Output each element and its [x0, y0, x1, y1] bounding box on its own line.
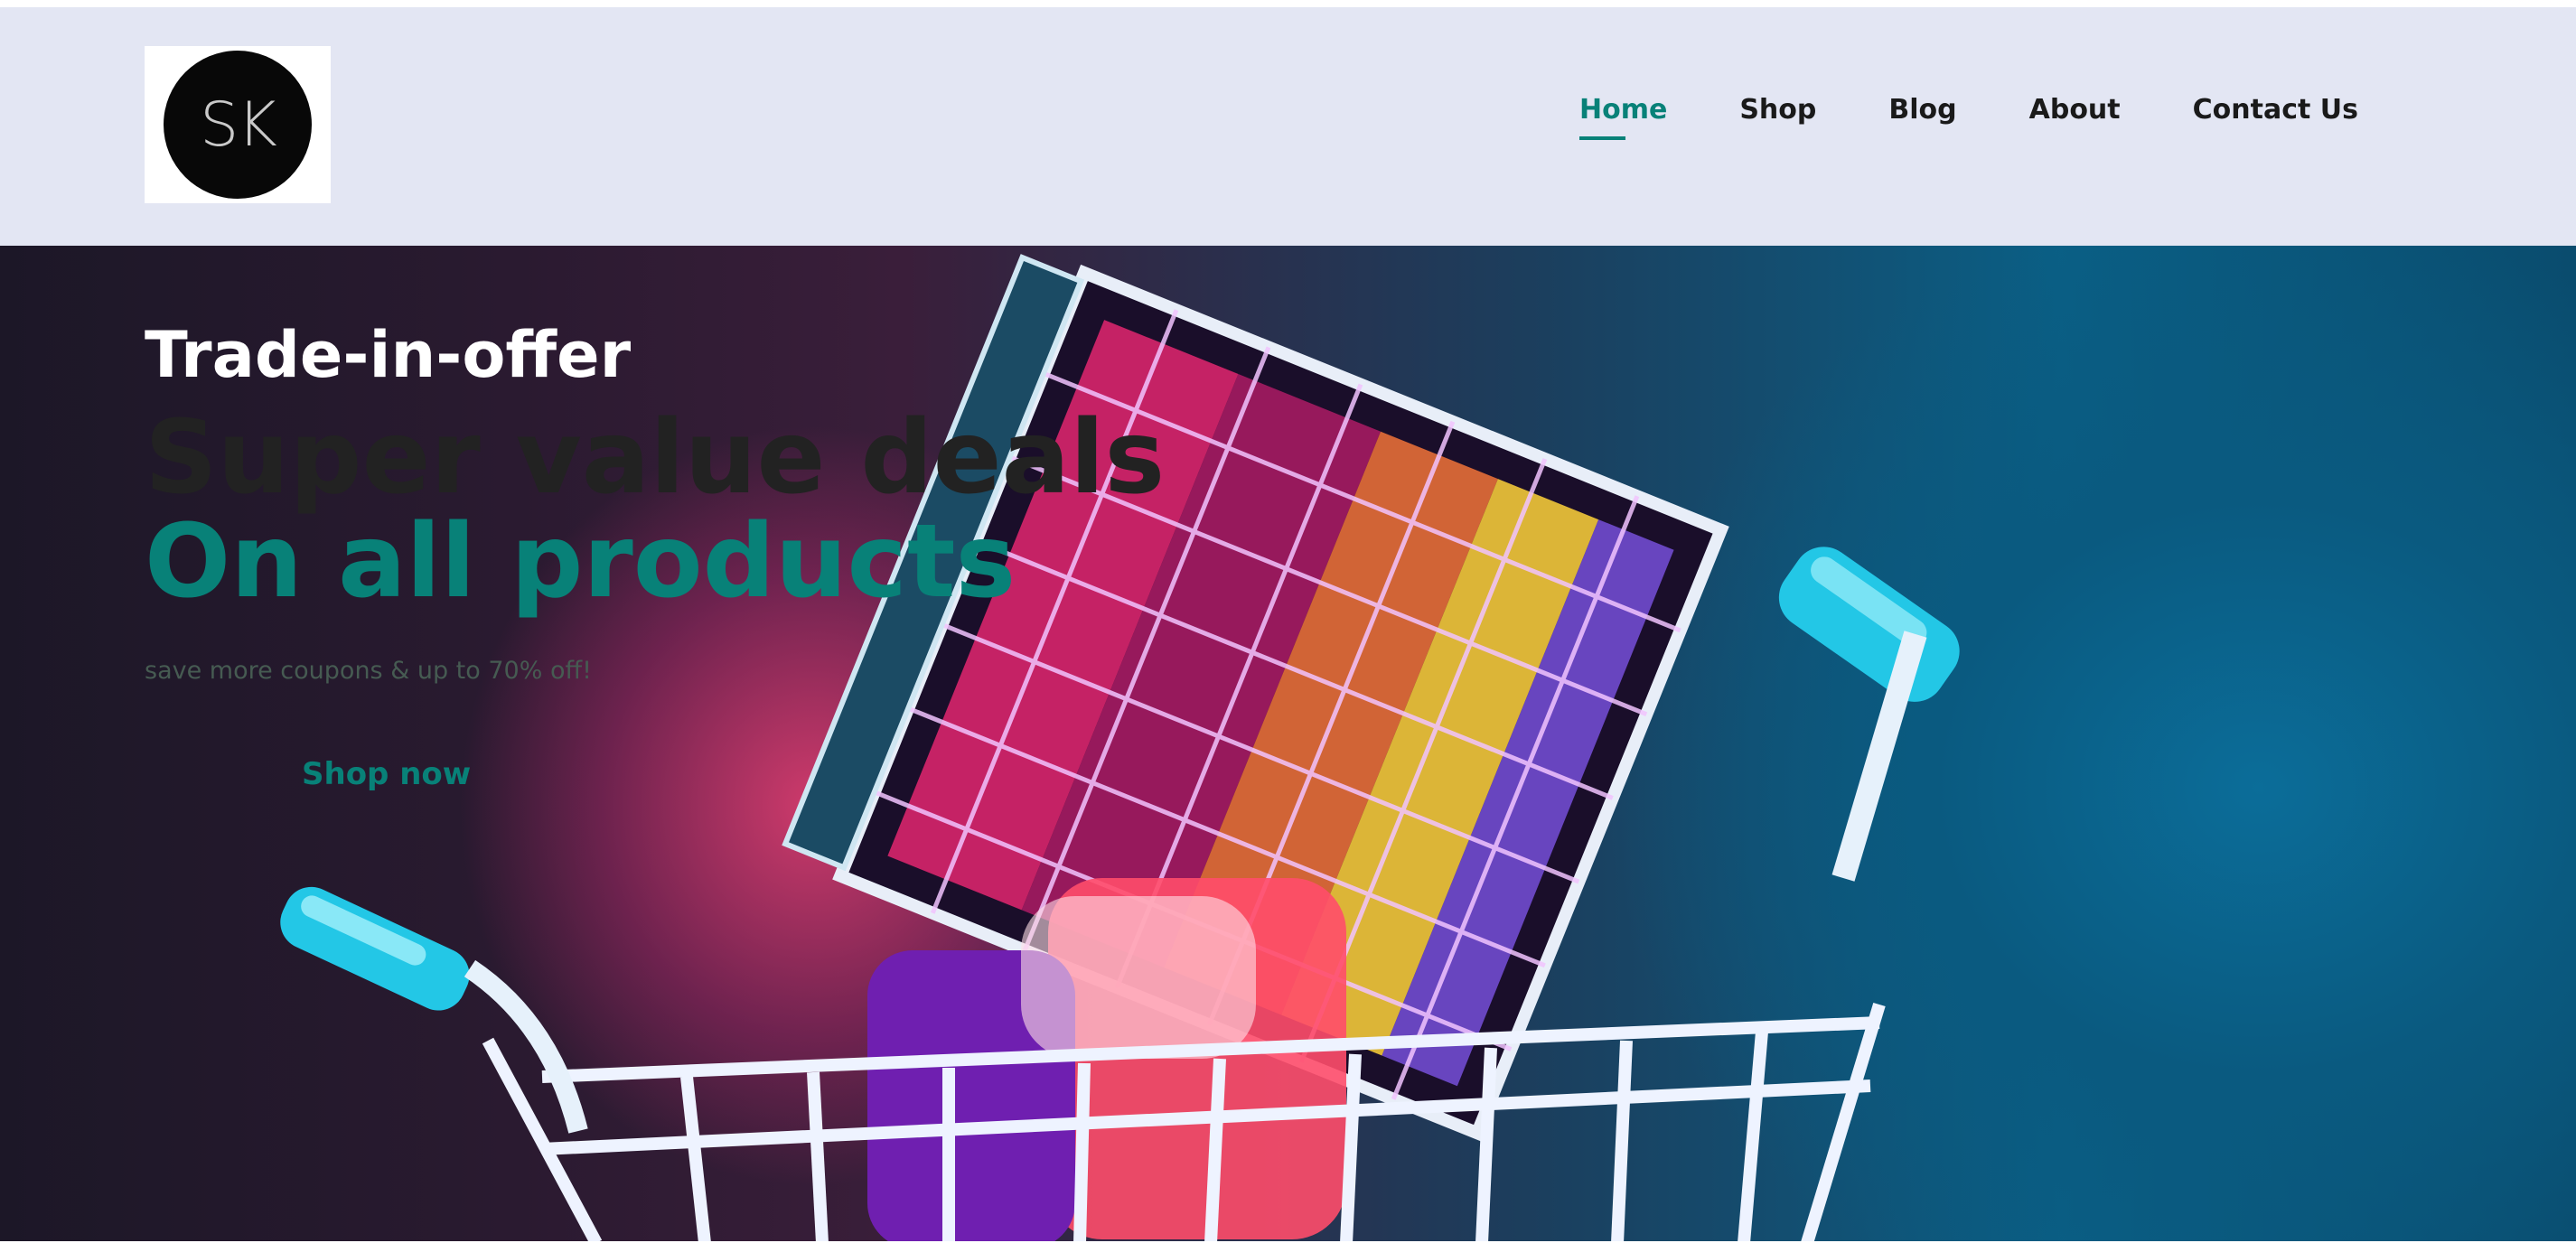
page: SK Home Shop Blog About Contact Us Trade…	[0, 0, 2576, 1243]
hero-subtext: save more coupons & up to 70% off!	[145, 657, 592, 685]
hero-headline-primary: Super value deals	[145, 399, 1166, 517]
logo-badge: SK	[164, 51, 312, 199]
nav-shop[interactable]: Shop	[1739, 94, 1816, 126]
logo[interactable]: SK	[145, 46, 331, 203]
nav-home[interactable]: Home	[1579, 94, 1667, 140]
nav-blog[interactable]: Blog	[1888, 94, 1956, 126]
hero-kicker: Trade-in-offer	[145, 318, 632, 392]
main-nav: Home Shop Blog About Contact Us	[1579, 94, 2358, 140]
hero-headline-accent: On all products	[145, 503, 1016, 621]
nav-about[interactable]: About	[2029, 94, 2121, 126]
shopping-cart-icon	[280, 254, 1960, 1243]
site-header: SK Home Shop Blog About Contact Us	[0, 7, 2576, 246]
hero-banner: Trade-in-offer Super value deals On all …	[0, 246, 2576, 1243]
top-strip	[0, 0, 2576, 7]
logo-text: SK	[200, 89, 277, 161]
shop-now-button[interactable]: Shop now	[302, 756, 471, 792]
nav-contact-us[interactable]: Contact Us	[2193, 94, 2358, 126]
